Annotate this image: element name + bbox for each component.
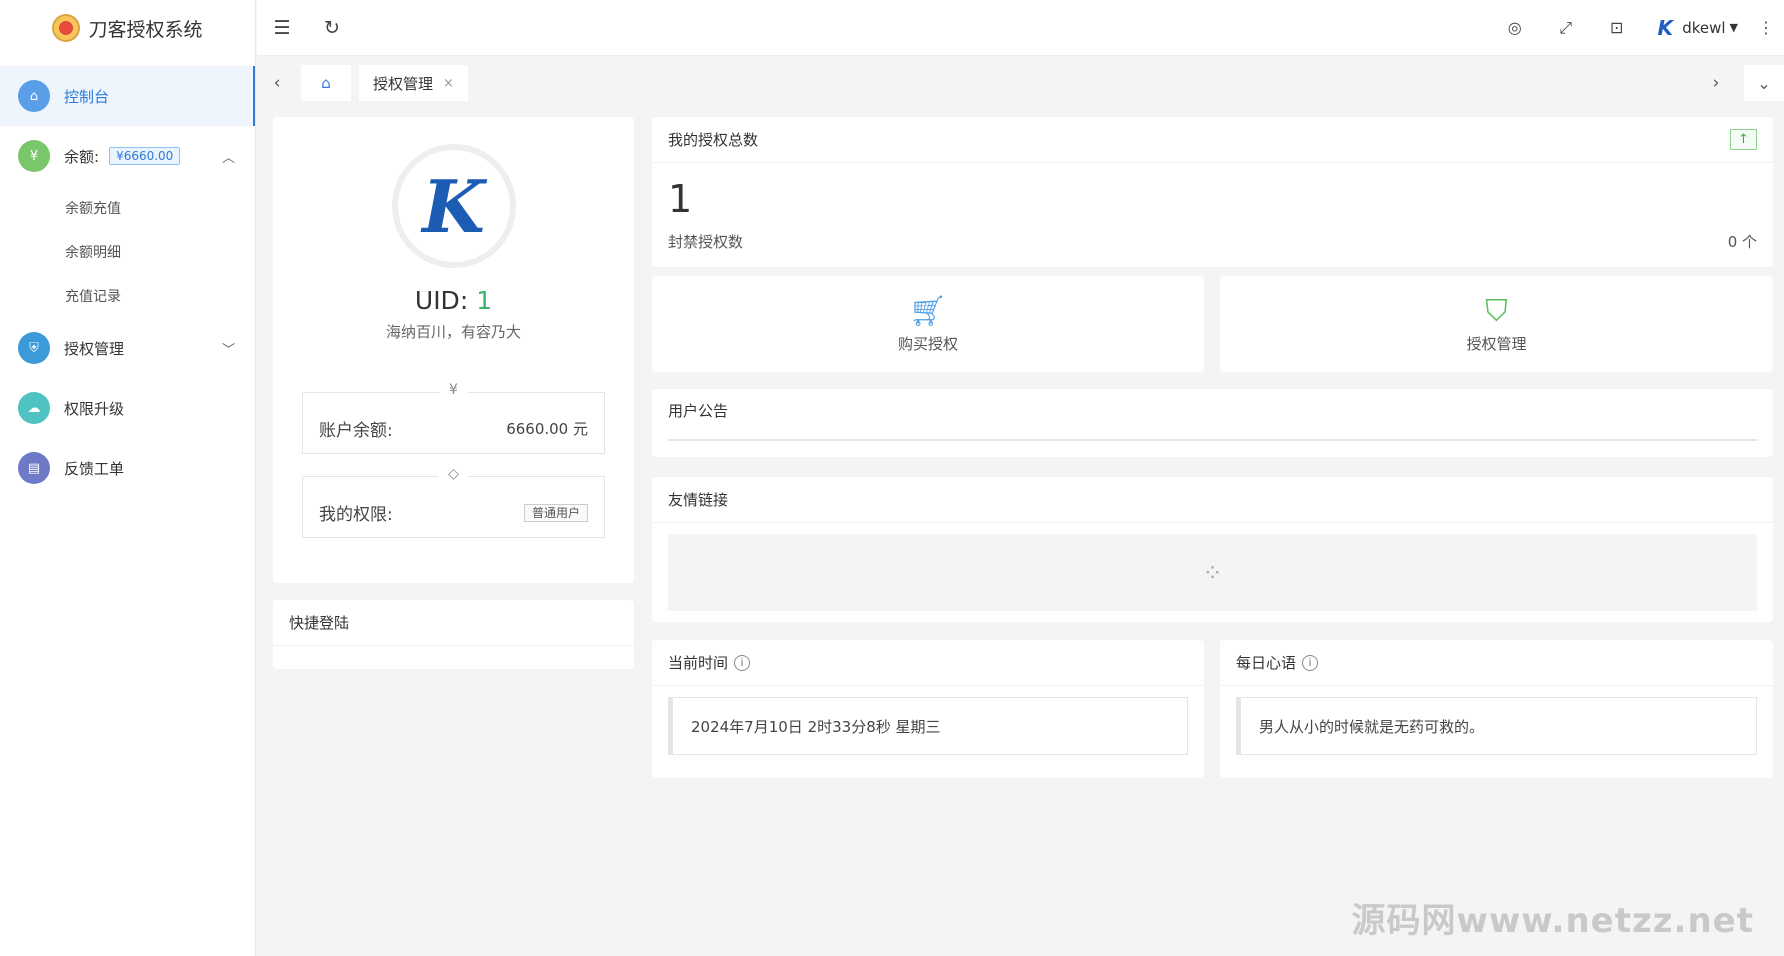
yen-icon: ¥ <box>18 140 50 172</box>
action-label: 授权管理 <box>1466 335 1527 353</box>
sidebar-item-balance[interactable]: ¥ 余额: ¥6660.00 ︿ <box>0 126 255 186</box>
shield-check-icon: ⛉ <box>1485 294 1508 329</box>
current-time: 2024年7月10日 2时33分8秒 星期三 <box>668 697 1188 755</box>
cloud-upload-icon: ☁ <box>18 392 50 424</box>
tabs-dropdown-icon[interactable]: ⌄ <box>1744 65 1784 101</box>
sidebar-item-dashboard[interactable]: ⌂ 控制台 <box>0 66 255 126</box>
chevron-up-icon: ︿ <box>221 150 235 166</box>
sidebar-subitem-records[interactable]: 充值记录 <box>0 274 255 318</box>
close-icon[interactable]: × <box>443 76 454 91</box>
card-title: 友情链接 <box>652 477 1773 523</box>
user-menu[interactable]: K dkewl ▼ <box>1652 16 1738 40</box>
motto: 海纳百川，有容乃大 <box>385 323 521 341</box>
watermark: 源码网www.netzz.net <box>1351 901 1754 941</box>
sidebar-item-label: 授权管理 <box>64 339 125 358</box>
more-vertical-icon[interactable]: ⋮ <box>1748 18 1784 37</box>
links-card: 友情链接 ⁘ <box>652 477 1773 622</box>
info-icon[interactable]: i <box>734 654 751 671</box>
fullscreen-icon[interactable]: ⤢ <box>1540 18 1591 38</box>
divider <box>668 439 1757 441</box>
card-title: 每日心语 <box>1236 654 1297 672</box>
banned-label: 封禁授权数 <box>668 233 744 251</box>
time-card: 当前时间 i 2024年7月10日 2时33分8秒 星期三 <box>652 640 1204 778</box>
quick-login-card: 快捷登陆 <box>273 600 634 669</box>
lock-icon[interactable]: ⊡ <box>1591 18 1642 37</box>
level-badge: 普通用户 <box>523 504 588 522</box>
uid-label: UID: <box>414 286 477 315</box>
logo-icon <box>52 14 81 42</box>
arrow-up-icon[interactable]: ↑ <box>1730 129 1757 150</box>
auth-manage-button[interactable]: ⛉ 授权管理 <box>1220 276 1773 372</box>
tabs-scroll-left-icon[interactable]: ‹ <box>257 73 297 93</box>
home-icon: ⌂ <box>321 74 331 92</box>
cart-icon: 🛒︎ <box>908 294 948 329</box>
buy-auth-button[interactable]: 🛒︎ 购买授权 <box>652 276 1204 372</box>
app-logo[interactable]: 刀客授权系统 <box>0 0 255 56</box>
card-title: 当前时间 <box>668 654 729 672</box>
loading-spinner-icon: ⁘ <box>668 534 1757 611</box>
profile-card: K UID: 1 海纳百川，有容乃大 ¥ 账户余额: 6660.00 元 ◇ 我… <box>273 117 634 583</box>
shield-icon: ⛨ <box>18 332 50 364</box>
tabs-scroll-right-icon[interactable]: › <box>1696 73 1736 101</box>
sidebar-item-auth-management[interactable]: ⛨ 授权管理 ﹀ <box>0 318 255 378</box>
uid-value: 1 <box>476 286 493 315</box>
sidebar-menu: ⌂ 控制台 ¥ 余额: ¥6660.00 ︿ 余额充值 余额明细 充值记录 ⛨ … <box>0 66 255 498</box>
yen-icon: ¥ <box>439 382 468 398</box>
quote-card: 每日心语 i 男人从小的时候就是无药可救的。 <box>1220 640 1773 778</box>
banned-row: 封禁授权数 0 个 <box>652 221 1773 262</box>
sidebar: 刀客授权系统 ⌂ 控制台 ¥ 余额: ¥6660.00 ︿ 余额充值 余额明细 … <box>0 0 256 956</box>
uid: UID: 1 <box>273 286 634 315</box>
info-icon[interactable]: i <box>1302 654 1319 671</box>
document-icon: ▤ <box>18 452 50 484</box>
sidebar-item-label: 权限升级 <box>64 399 125 418</box>
top-bar: ☰ ↻ ◎ ⤢ ⊡ K dkewl ▼ ⋮ <box>257 0 1784 56</box>
card-title: 我的授权总数 <box>668 131 759 149</box>
username: dkewl <box>1682 18 1726 37</box>
card-header: 当前时间 i <box>652 640 1204 686</box>
balance-value: 6660.00 元 <box>506 419 588 438</box>
level-box: ◇ 我的权限: 普通用户 <box>302 466 605 538</box>
profile-avatar: K <box>391 144 516 268</box>
sidebar-item-label: 控制台 <box>64 87 110 106</box>
home-icon: ⌂ <box>18 80 50 112</box>
level-label: 我的权限: <box>319 504 393 525</box>
tab-home[interactable]: ⌂ <box>301 65 351 101</box>
sidebar-item-label: 余额: <box>64 147 100 166</box>
balance-label: 账户余额: <box>319 420 393 441</box>
sidebar-item-label: 反馈工单 <box>64 459 125 478</box>
balance-badge: ¥6660.00 <box>109 147 181 165</box>
card-header: 我的授权总数 ↑ <box>652 117 1773 163</box>
menu-collapse-icon[interactable]: ☰ <box>257 17 307 39</box>
diamond-icon: ◇ <box>438 466 469 482</box>
banned-value: 0 个 <box>1727 233 1757 251</box>
sidebar-item-upgrade[interactable]: ☁ 权限升级 <box>0 378 255 438</box>
app-title: 刀客授权系统 <box>88 18 203 41</box>
chevron-down-icon: ﹀ <box>221 342 235 358</box>
tabs-controls: › ⌄ <box>1696 65 1784 101</box>
sidebar-subitem-recharge[interactable]: 余额充值 <box>0 186 255 230</box>
tab-label: 授权管理 <box>373 74 434 93</box>
auth-count: 1 <box>668 177 693 221</box>
auth-total-card: 我的授权总数 ↑ 1 封禁授权数 0 个 <box>652 117 1773 267</box>
action-label: 购买授权 <box>897 335 958 353</box>
notice-card: 用户公告 <box>652 389 1773 457</box>
caret-down-icon: ▼ <box>1729 21 1738 34</box>
card-title: 用户公告 <box>668 401 729 420</box>
sidebar-item-tickets[interactable]: ▤ 反馈工单 <box>0 438 255 498</box>
tabs-bar: ‹ ⌂ 授权管理 × › ⌄ <box>257 57 1784 109</box>
topbar-actions: ◎ ⤢ ⊡ K dkewl ▼ ⋮ <box>1489 0 1784 55</box>
globe-icon[interactable]: ◎ <box>1489 18 1540 37</box>
refresh-icon[interactable]: ↻ <box>307 17 357 39</box>
balance-box: ¥ 账户余额: 6660.00 元 <box>302 382 605 454</box>
card-header: 每日心语 i <box>1220 640 1773 686</box>
avatar: K <box>1657 15 1673 40</box>
card-title: 快捷登陆 <box>273 600 634 646</box>
tab-auth-management[interactable]: 授权管理 × <box>359 65 468 101</box>
sidebar-subitem-details[interactable]: 余额明细 <box>0 230 255 274</box>
daily-quote: 男人从小的时候就是无药可救的。 <box>1236 697 1757 755</box>
